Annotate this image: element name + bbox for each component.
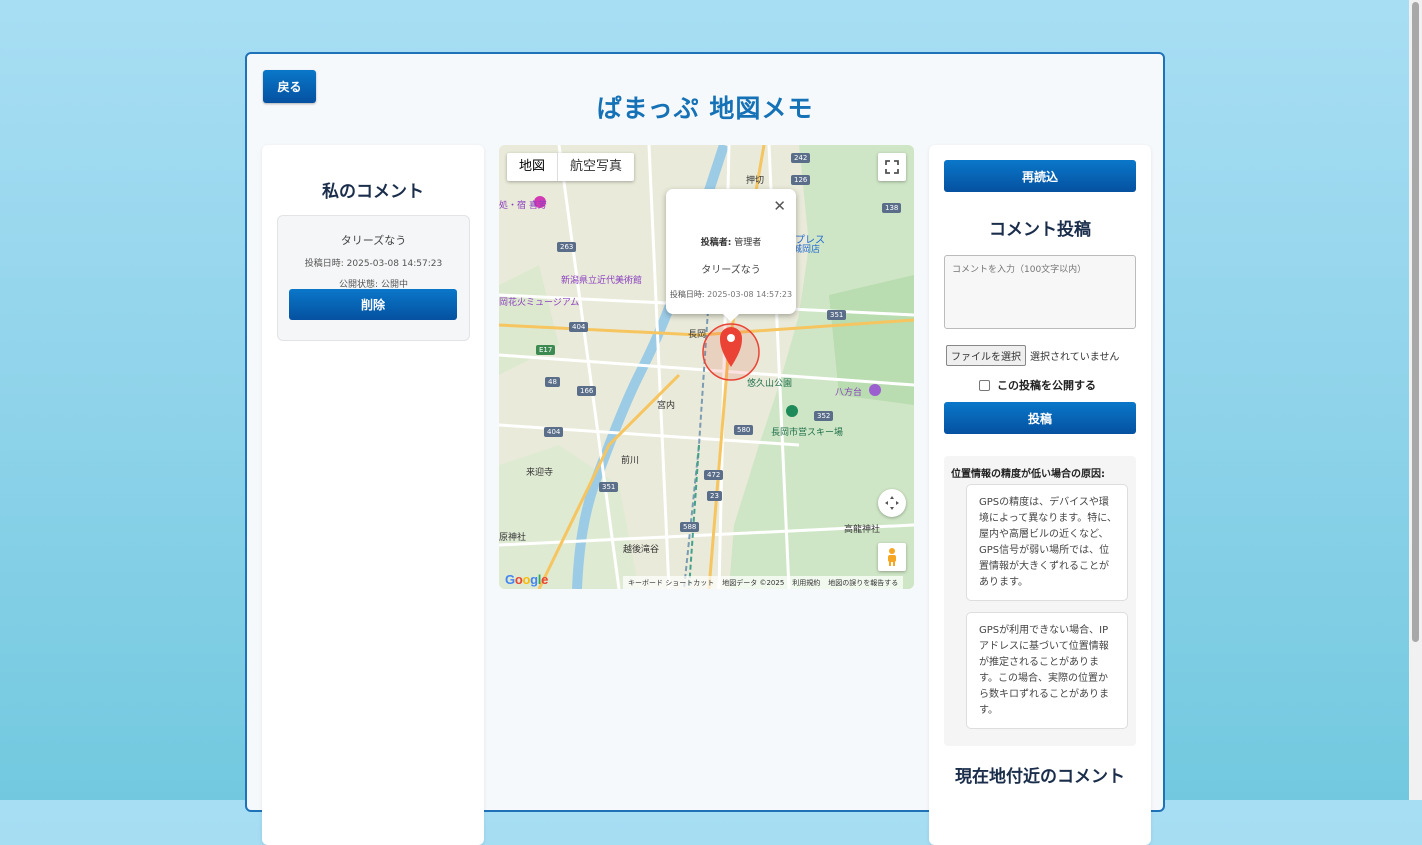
place-label: 前川 [621, 456, 640, 466]
accuracy-note: GPSが利用できない場合、IPアドレスに基づいて位置情報が推定されることがありま… [966, 612, 1128, 729]
road-shield: 588 [680, 522, 700, 532]
place-label: 八方台 [835, 388, 863, 398]
my-comments-heading: 私のコメント [322, 182, 424, 202]
place-label: 長岡市営スキー場 [771, 428, 844, 438]
map-type-satellite[interactable]: 航空写真 [557, 153, 634, 181]
comment-text: タリーズなう [340, 234, 407, 247]
place-label: 宮内 [657, 401, 676, 411]
road-shield: 404 [569, 322, 589, 332]
nearby-comments-heading: 現在地付近のコメント [955, 767, 1125, 787]
poster-label: 投稿者: [700, 238, 732, 248]
road-shield: 352 [814, 411, 834, 421]
road-shield: E17 [536, 345, 556, 355]
public-label: この投稿を公開する [997, 379, 1096, 392]
terms-link[interactable]: 利用規約 [792, 578, 820, 588]
accuracy-info: 位置情報の精度が低い場合の原因: GPSの精度は、デバイスや環境によって異なりま… [944, 456, 1136, 746]
map-type-roadmap[interactable]: 地図 [507, 153, 557, 181]
road-shield: 580 [734, 425, 754, 435]
reload-button[interactable]: 再読込 [944, 160, 1136, 192]
file-status: 選択されていません [1030, 352, 1120, 363]
road-shield: 48 [545, 377, 560, 387]
map-view[interactable]: 242 126 138 263 351 404 E17 48 166 404 5… [499, 145, 914, 589]
map-type-control: 地図 航空写真 [507, 153, 635, 181]
my-comments-panel: 私のコメント タリーズなう 投稿日時: 2025-03-08 14:57:23 … [262, 145, 484, 845]
public-checkbox[interactable] [979, 379, 990, 391]
date-value: 2025-03-08 14:57:23 [707, 290, 793, 299]
report-error-link[interactable]: 地図の誤りを報告する [828, 578, 898, 588]
place-label: 新潟県立近代美術館 [561, 276, 643, 286]
keyboard-shortcuts-link[interactable]: キーボード ショートカット [628, 578, 714, 588]
place-label: 城岡店 [793, 245, 821, 255]
place-label: 長岡 [688, 330, 707, 340]
road-shield: 242 [791, 153, 811, 163]
road-shield: 23 [707, 491, 722, 501]
place-label: 越後滝谷 [623, 545, 660, 555]
post-heading: コメント投稿 [989, 220, 1091, 240]
google-logo: Google [505, 572, 549, 587]
info-window: ✕ 投稿者: 管理者 タリーズなう 投稿日時: 2025-03-08 14:57… [666, 189, 796, 322]
road-shield: 263 [557, 242, 577, 252]
road-shield: 138 [882, 203, 902, 213]
delete-button[interactable]: 削除 [289, 289, 457, 320]
camera-control-icon[interactable] [878, 489, 906, 517]
place-label: 悠久山公園 [747, 379, 793, 389]
road-shield: 166 [577, 386, 597, 396]
street-view-pegman-icon[interactable] [878, 543, 906, 571]
public-toggle: この投稿を公開する [979, 377, 1096, 393]
road-shield: 404 [544, 427, 564, 437]
close-icon[interactable]: ✕ [773, 197, 786, 215]
comment-date: 投稿日時: 2025-03-08 14:57:23 [304, 259, 443, 269]
accuracy-note: GPSの精度は、デバイスや環境によって異なります。特に、屋内や高層ビルの近くなど… [966, 484, 1128, 601]
page-title: ぱまっぷ 地図メモ [596, 94, 814, 123]
road-shield: 351 [599, 482, 619, 492]
file-input: ファイルを選択 選択されていません [946, 345, 1119, 366]
post-panel: 再読込 コメント投稿 ファイルを選択 選択されていません この投稿を公開する 投… [929, 145, 1151, 845]
app-container: 戻る ぱまっぷ 地図メモ 私のコメント タリーズなう 投稿日時: 2025-03… [245, 52, 1165, 845]
map-footer: キーボード ショートカット 地図データ ©2025 利用規約 地図の誤りを報告す… [623, 576, 904, 589]
accuracy-title: 位置情報の精度が低い場合の原因: [951, 469, 1105, 480]
fullscreen-icon[interactable] [878, 153, 906, 181]
page-scrollbar[interactable] [1409, 0, 1422, 800]
place-label: 押切 [746, 176, 765, 186]
map-data-credit: 地図データ ©2025 [722, 578, 785, 587]
choose-file-button[interactable]: ファイルを選択 [946, 345, 1026, 366]
road-shield: 351 [827, 310, 847, 320]
date-label: 投稿日時: [669, 290, 705, 299]
place-label: 高龍神社 [844, 525, 881, 535]
road-shield: 126 [791, 175, 811, 185]
scrollbar-thumb[interactable] [1412, 2, 1419, 642]
info-poster: 投稿者: 管理者 [666, 235, 796, 248]
poster-name: 管理者 [734, 238, 762, 248]
comment-input[interactable] [944, 255, 1136, 329]
place-label: 処・宿 喜芳 [499, 201, 547, 211]
road-shield: 472 [704, 470, 724, 480]
my-comment-card: タリーズなう 投稿日時: 2025-03-08 14:57:23 公開状態: 公… [277, 215, 470, 341]
place-label: 岡花火ミュージアム [499, 298, 580, 308]
submit-button[interactable]: 投稿 [944, 402, 1136, 434]
place-label: 原神社 [499, 533, 527, 543]
info-date: 投稿日時: 2025-03-08 14:57:23 [666, 289, 796, 300]
place-label: 来迎寺 [526, 468, 554, 478]
info-text: タリーズなう [701, 265, 761, 276]
